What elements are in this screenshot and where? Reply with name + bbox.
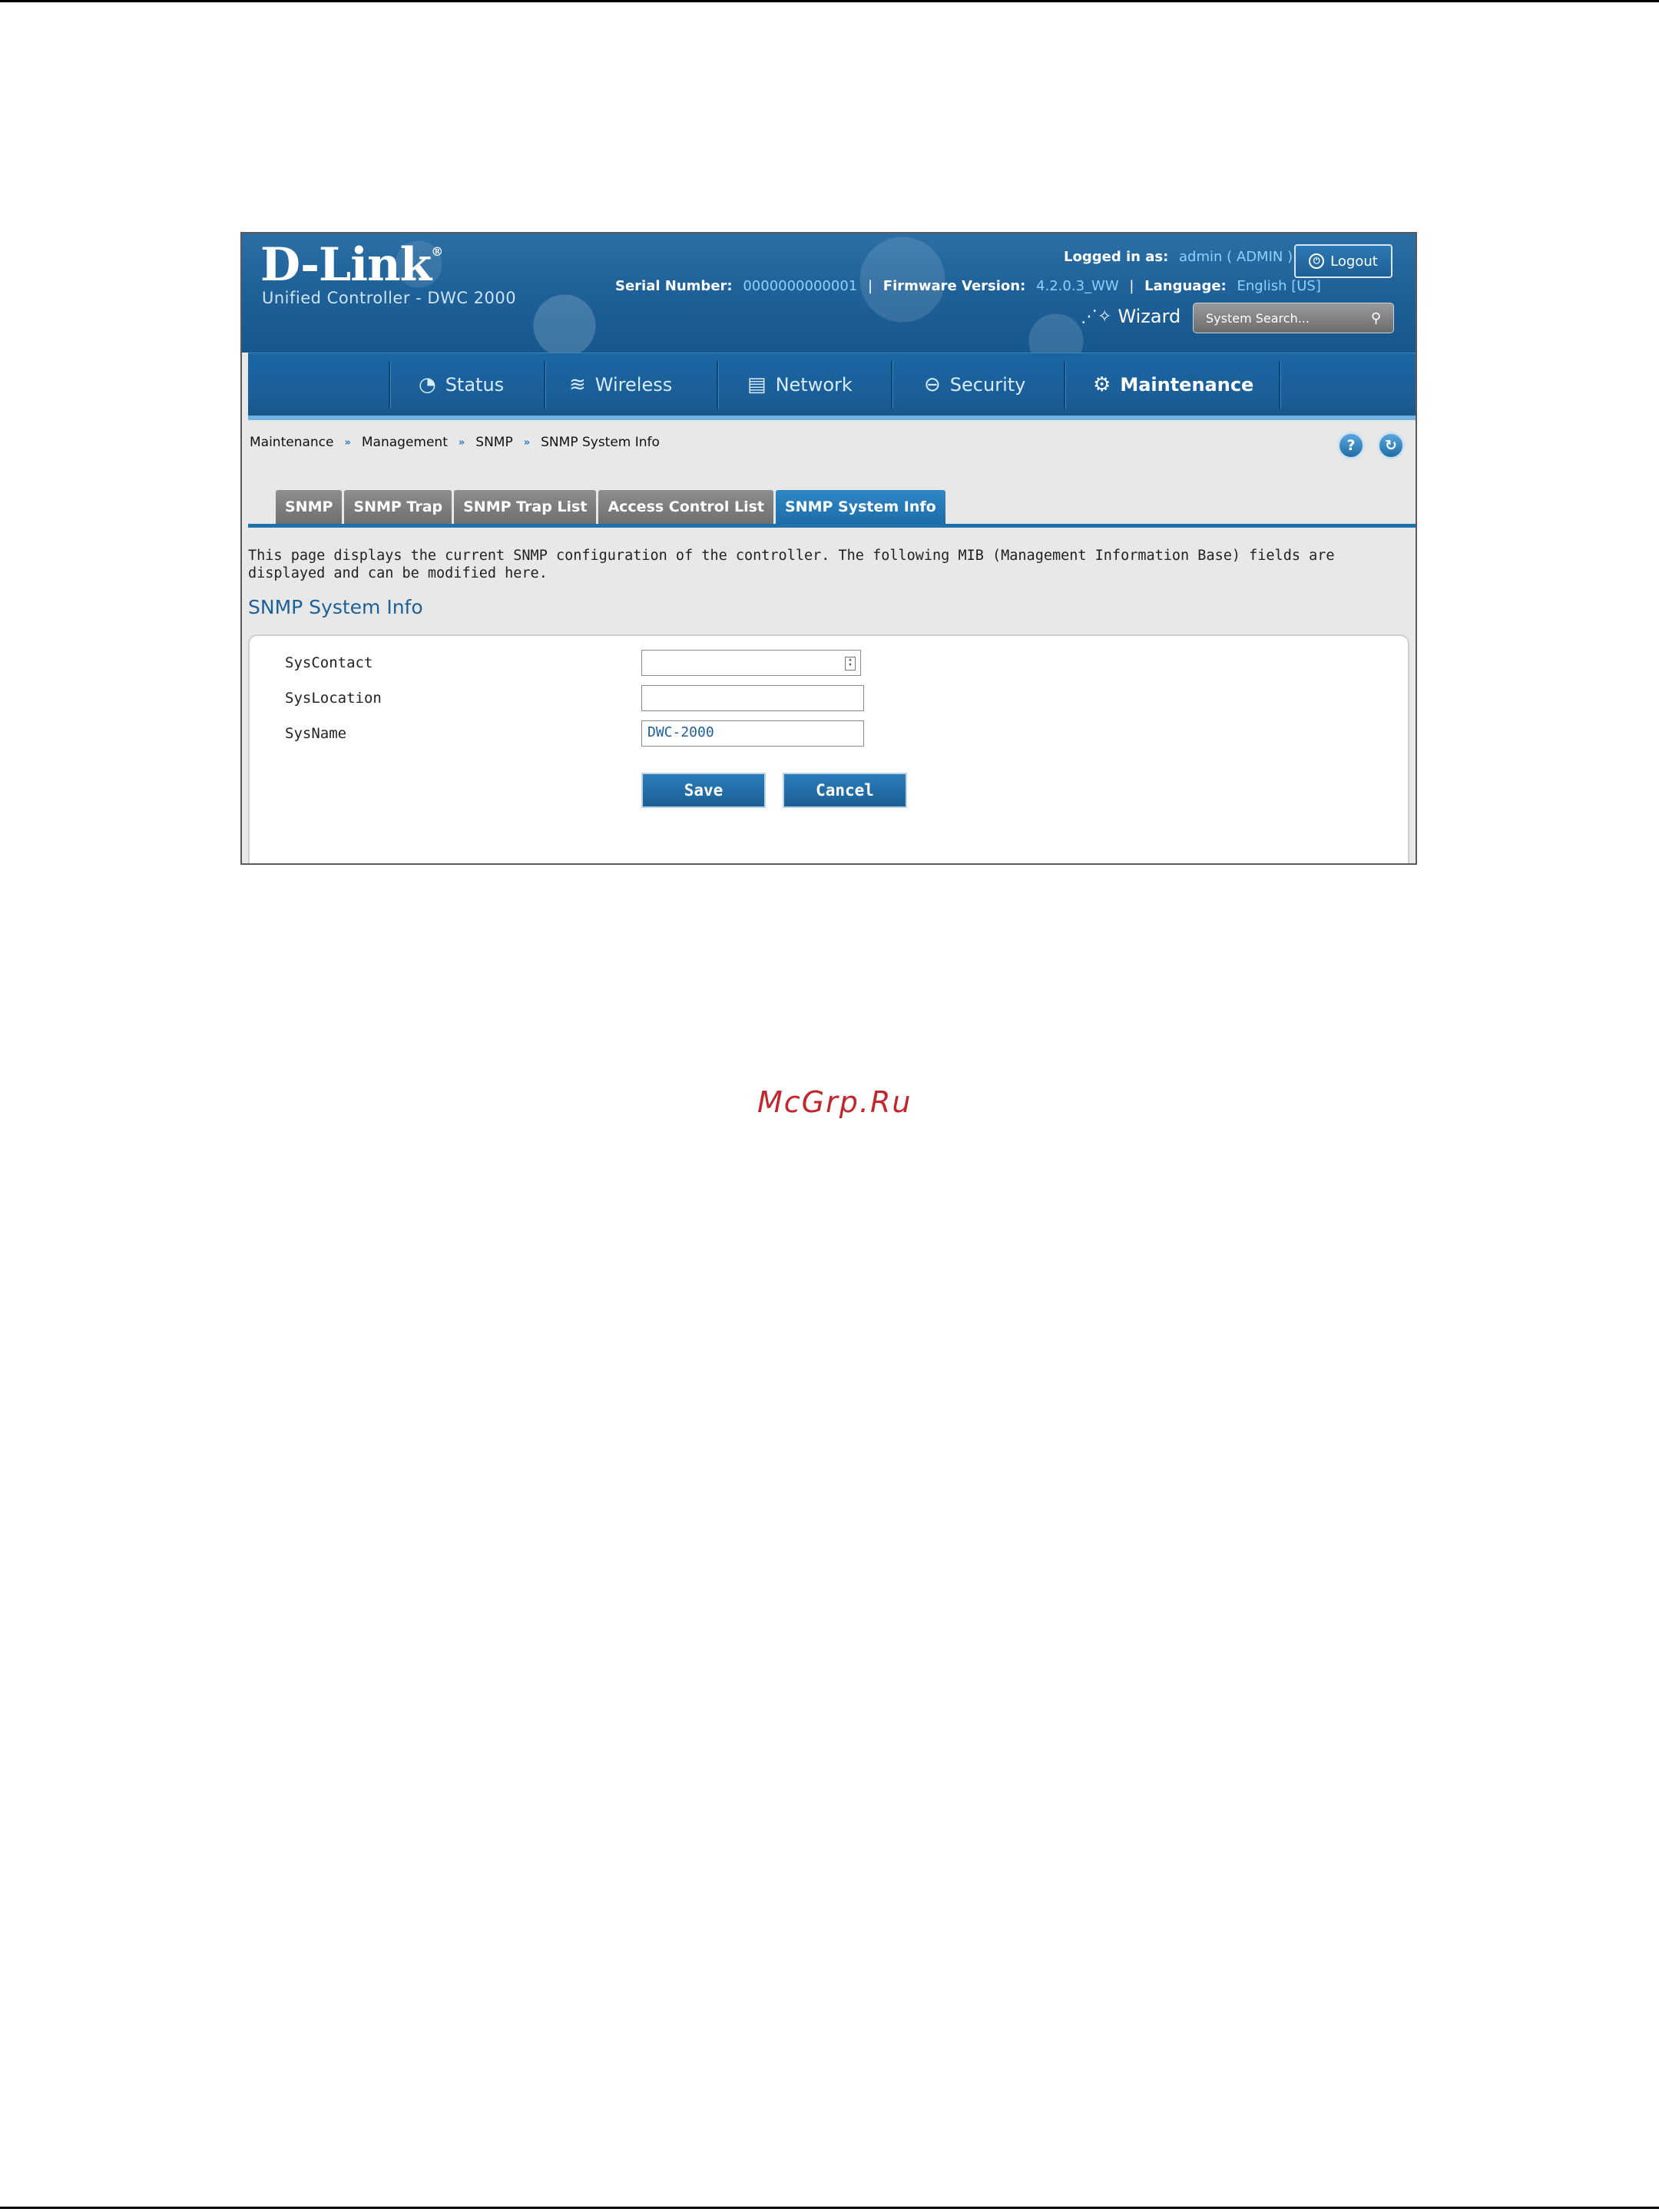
- nav-divider: [717, 361, 718, 409]
- chevron-right-icon: »: [344, 436, 351, 449]
- nav-divider: [389, 361, 390, 409]
- logged-in-user: admin ( ADMIN ): [1179, 249, 1293, 265]
- cancel-button[interactable]: Cancel: [783, 773, 907, 808]
- tab-access-control-list[interactable]: Access Control List: [598, 490, 773, 524]
- nav-wireless[interactable]: ≋ Wireless: [569, 353, 672, 416]
- logged-in-info: Logged in as: admin ( ADMIN ): [1064, 249, 1293, 265]
- tab-snmp[interactable]: SNMP: [276, 490, 343, 524]
- dlink-logo: D-Link®: [260, 238, 443, 292]
- section-title: SNMP System Info: [248, 596, 423, 618]
- tab-snmp-trap-list[interactable]: SNMP Trap List: [454, 490, 597, 524]
- product-name: Unified Controller - DWC 2000: [262, 289, 517, 307]
- breadcrumb-item: SNMP System Info: [541, 435, 660, 450]
- chevron-right-icon: »: [523, 436, 531, 449]
- nav-divider: [1279, 361, 1280, 409]
- nav-underline: [248, 416, 1416, 420]
- nav-divider: [891, 361, 892, 409]
- nav-security[interactable]: ⊖ Security: [924, 353, 1025, 416]
- wizard-link[interactable]: ⋰✧ Wizard: [1081, 306, 1181, 327]
- header-banner: D-Link® Unified Controller - DWC 2000 Lo…: [242, 233, 1416, 353]
- tab-bar: SNMP SNMP Trap SNMP Trap List Access Con…: [276, 490, 945, 524]
- breadcrumb-item[interactable]: SNMP: [475, 435, 512, 450]
- refresh-icon[interactable]: ↻: [1377, 432, 1405, 459]
- help-icon[interactable]: ?: [1337, 432, 1365, 459]
- device-info-bar: Serial Number: 0000000000001 | Firmware …: [615, 278, 1321, 294]
- resize-handle-icon[interactable]: ▴ ▾: [845, 657, 856, 671]
- sysname-label: SysName: [285, 725, 347, 742]
- tab-snmp-trap[interactable]: SNMP Trap: [344, 490, 452, 524]
- magic-wand-icon: ⋰✧: [1081, 306, 1112, 326]
- controller-ui-screenshot: D-Link® Unified Controller - DWC 2000 Lo…: [240, 232, 1417, 865]
- firmware-version: 4.2.0.3_WW: [1036, 278, 1119, 294]
- syscontact-field[interactable]: ▴ ▾: [641, 650, 861, 676]
- syslocation-field[interactable]: [641, 685, 864, 711]
- language-link[interactable]: English [US]: [1237, 278, 1320, 294]
- system-search-input[interactable]: System Search... ⚲: [1193, 303, 1394, 333]
- power-icon: ⏻: [1309, 253, 1325, 269]
- sysname-field[interactable]: DWC-2000: [641, 720, 864, 747]
- syscontact-label: SysContact: [285, 654, 373, 671]
- page-bottom-rule: [0, 2207, 1659, 2209]
- main-nav: ◔ Status ≋ Wireless ▤ Network ⊖ Security…: [248, 353, 1416, 416]
- nav-divider: [1064, 361, 1065, 409]
- logout-button[interactable]: ⏻ Logout: [1294, 244, 1392, 278]
- breadcrumb-item[interactable]: Management: [362, 435, 448, 450]
- watermark-text: McGrp.Ru: [757, 1085, 912, 1119]
- serial-number: 0000000000001: [743, 278, 858, 294]
- breadcrumb: Maintenance » Management » SNMP » SNMP S…: [250, 435, 660, 450]
- gauge-icon: ◔: [419, 373, 436, 396]
- save-button[interactable]: Save: [641, 773, 766, 808]
- lock-icon: ⊖: [924, 373, 941, 396]
- nav-maintenance[interactable]: ⚙ Maintenance: [1093, 353, 1253, 416]
- nav-status[interactable]: ◔ Status: [419, 353, 504, 416]
- tab-underline: [248, 524, 1416, 528]
- page-top-rule: [0, 0, 1659, 2]
- tab-snmp-system-info[interactable]: SNMP System Info: [775, 490, 945, 524]
- syslocation-label: SysLocation: [285, 690, 382, 707]
- page-description: This page displays the current SNMP conf…: [248, 548, 1335, 581]
- nav-network[interactable]: ▤ Network: [747, 353, 853, 416]
- nav-divider: [544, 361, 545, 409]
- gears-icon: ⚙: [1093, 373, 1111, 396]
- wifi-icon: ≋: [569, 373, 586, 396]
- chevron-right-icon: »: [458, 436, 465, 449]
- form-panel: SysContact ▴ ▾ SysLocation SysName DWC-20…: [248, 634, 1409, 863]
- breadcrumb-item[interactable]: Maintenance: [250, 435, 333, 450]
- search-icon: ⚲: [1370, 310, 1381, 326]
- computer-icon: ▤: [747, 373, 767, 396]
